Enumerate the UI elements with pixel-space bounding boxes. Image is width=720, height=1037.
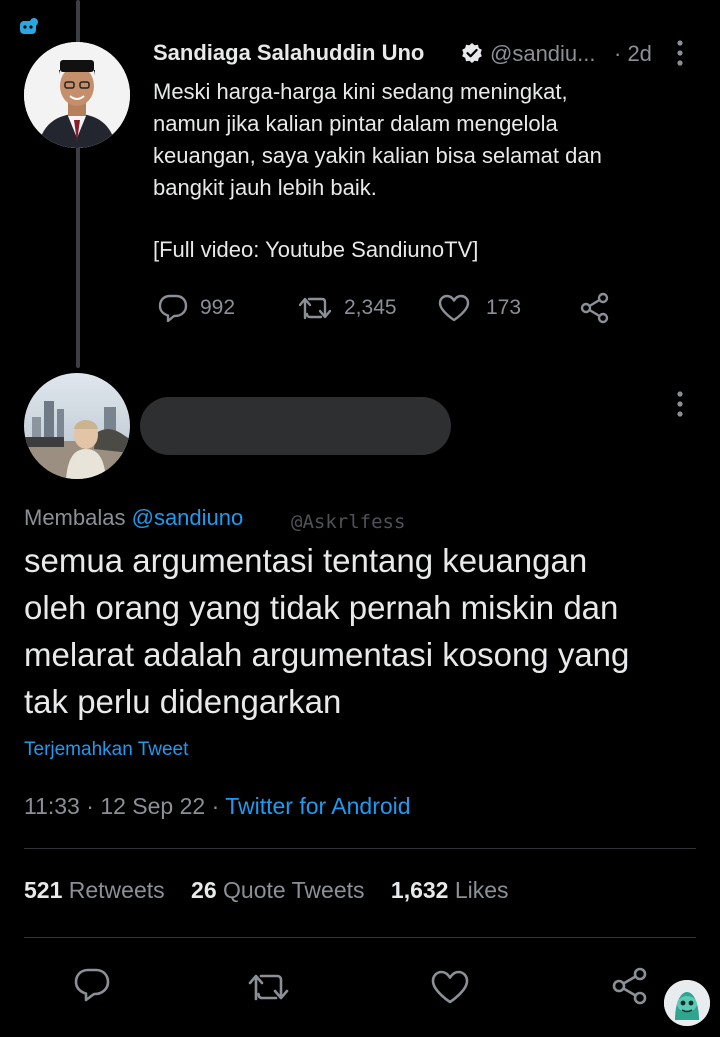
parent-reply-button[interactable]: 992 [158,293,235,323]
replying-to-label: Membalas [24,505,126,530]
retweets-count: 521 [24,877,63,903]
parent-text-line: namun jika kalian pintar dalam mengelola [153,111,558,136]
parent-text-line: Meski harga-harga kini sedang meningkat, [153,79,568,104]
tweet-source[interactable]: Twitter for Android [225,793,410,819]
retweets-label: Retweets [68,877,165,903]
reply-avatar[interactable] [24,373,130,479]
sticker-badge-icon [664,980,710,1026]
reply-icon [158,294,188,322]
parent-like-button[interactable]: 173 [438,293,521,323]
meta-separator: · [211,793,226,819]
quote-tweets-label: Quote Tweets [223,877,365,903]
divider [24,848,696,849]
parent-author-handle[interactable]: @sandiu... [490,41,596,67]
tweet-time[interactable]: 11:33 [24,793,80,819]
app-corner-icon [20,18,38,34]
tweet-meta: 11:33 · 12 Sep 22 · Twitter for Android [24,793,411,820]
retweets-stat[interactable]: 521 Retweets [24,877,165,903]
parent-tweet-age[interactable]: · 2d [614,41,652,67]
watermark: @Askrlfess [291,511,406,533]
reply-text-line: semua argumentasi tentang keuangan [24,542,588,579]
replying-to-mention[interactable]: @sandiuno [132,505,244,530]
parent-text-line: keuangan, saya yakin kalian bisa selamat… [153,143,602,168]
parent-avatar[interactable] [24,42,130,148]
divider [24,937,696,938]
parent-like-count: 173 [486,296,522,319]
verified-badge-icon [462,43,482,63]
reply-tweet-text: semua argumentasi tentang keuangan oleh … [24,537,714,725]
parent-tweet-text: Meski harga-harga kini sedang meningkat,… [153,76,673,266]
quote-tweets-count: 26 [191,877,217,903]
parent-text-footer: [Full video: Youtube SandiunoTV] [153,237,479,262]
likes-stat[interactable]: 1,632 Likes [391,877,509,903]
replying-to: Membalas @sandiuno [24,505,243,531]
parent-text-line: bangkit jauh lebih baik. [153,175,377,200]
retweet-icon[interactable] [248,970,292,1004]
reply-text-line: tak perlu didengarkan [24,683,342,720]
translate-tweet-link[interactable]: Terjemahkan Tweet [24,739,188,761]
tweet-stats: 521 Retweets 26 Quote Tweets 1,632 Likes [24,877,529,904]
reply-icon[interactable] [74,968,110,1002]
share-icon [580,292,609,324]
share-icon[interactable] [610,966,650,1006]
parent-retweet-button[interactable]: 2,345 [298,293,397,323]
parent-retweet-count: 2,345 [344,296,397,319]
more-vertical-icon[interactable] [677,40,683,66]
retweet-icon [298,297,332,320]
parent-reply-count: 992 [200,296,236,319]
redacted-author-name [140,397,451,455]
more-vertical-icon[interactable] [677,391,683,417]
parent-share-button[interactable] [579,292,611,324]
heart-icon[interactable] [431,970,469,1004]
likes-label: Likes [454,877,509,903]
parent-author-name[interactable]: Sandiaga Salahuddin Uno [153,40,424,66]
reply-text-line: oleh orang yang tidak pernah miskin dan [24,589,619,626]
reply-text-line: melarat adalah argumentasi kosong yang [24,636,630,673]
heart-icon [438,294,470,322]
tweet-date[interactable]: 12 Sep 22 [100,793,205,819]
likes-count: 1,632 [390,877,449,903]
quote-tweets-stat[interactable]: 26 Quote Tweets [191,877,364,903]
meta-separator: · [86,793,101,819]
